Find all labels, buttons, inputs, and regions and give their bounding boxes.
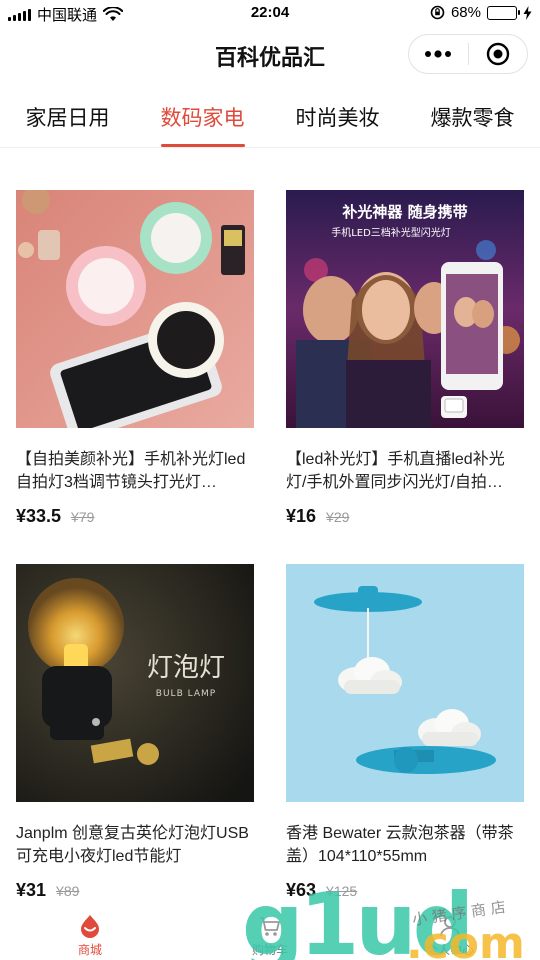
close-button[interactable]	[469, 35, 528, 73]
price-row: ¥33.5 ¥79	[16, 506, 254, 527]
more-dots-icon	[425, 50, 452, 58]
product-title[interactable]: 香港 Bewater 云款泡茶器（带茶盖）104*110*55mm	[286, 822, 524, 868]
product-price: ¥31	[16, 880, 47, 900]
mini-program-capsule	[408, 34, 528, 74]
original-price: ¥89	[56, 883, 80, 899]
product-title[interactable]: 【led补光灯】手机直播led补光灯/手机外置同步闪光灯/自拍…	[286, 448, 524, 494]
tabbar-item-shop[interactable]: 商城	[0, 910, 180, 960]
category-tabs: 家居日用 数码家电 时尚美妆 爆款零食	[0, 92, 540, 148]
product-card[interactable]: 香港 Bewater 云款泡茶器（带茶盖）104*110*55mm ¥63 ¥1…	[286, 564, 524, 901]
target-close-icon	[486, 42, 509, 66]
price-row: ¥16 ¥29	[286, 506, 524, 527]
tab-home-daily[interactable]: 家居日用	[0, 92, 135, 147]
product-card[interactable]: 补光神器 随身携带 手机LED三档补光型闪光灯 【led补光灯】手机直播led补…	[286, 190, 524, 527]
battery-percent: 68%	[450, 4, 481, 21]
original-price: ¥79	[71, 509, 95, 525]
tabbar-label: 商城	[77, 943, 102, 957]
product-price: ¥33.5	[16, 506, 62, 526]
product-card[interactable]: 灯泡灯 BULB LAMP Janplm 创意复古英伦灯泡灯USB可充电小夜灯l…	[16, 564, 254, 901]
status-right: 68%	[430, 4, 532, 21]
charging-bolt-icon	[523, 5, 532, 20]
battery-icon	[487, 5, 520, 20]
product-image-bulb-lamp[interactable]: 灯泡灯 BULB LAMP	[16, 564, 254, 802]
status-bar: 中国联通 22:04 68%	[0, 0, 540, 28]
product-image-cloud-tea-infuser[interactable]	[286, 564, 524, 802]
product-price: ¥16	[286, 506, 317, 526]
tab-fashion-beauty[interactable]: 时尚美妆	[270, 92, 405, 147]
product-title[interactable]: Janplm 创意复古英伦灯泡灯USB可充电小夜灯led节能灯	[16, 822, 254, 868]
tab-digital-appliances[interactable]: 数码家电	[135, 92, 270, 147]
price-row: ¥31 ¥89	[16, 880, 254, 901]
image-subcaption: 手机LED三档补光型闪光灯	[331, 226, 451, 239]
image-subcaption: BULB LAMP	[156, 689, 216, 699]
product-image-party-flash-light[interactable]: 补光神器 随身携带 手机LED三档补光型闪光灯	[286, 190, 524, 428]
image-caption: 灯泡灯	[147, 653, 225, 683]
original-price: ¥29	[326, 509, 350, 525]
more-button[interactable]	[409, 35, 468, 73]
product-card[interactable]: 【自拍美颜补光】手机补光灯led自拍灯3档调节镜头打光灯… ¥33.5 ¥79	[16, 190, 254, 527]
product-title[interactable]: 【自拍美颜补光】手机补光灯led自拍灯3档调节镜头打光灯…	[16, 448, 254, 494]
shop-drop-icon	[81, 915, 99, 938]
watermark-logo: g1ud .com 小 猪 序 商 店	[242, 875, 538, 960]
tab-snacks[interactable]: 爆款零食	[405, 92, 540, 147]
product-image-selfie-ring-light[interactable]	[16, 190, 254, 428]
orientation-lock-icon	[430, 5, 445, 20]
nav-bar: 百科优品汇	[0, 28, 540, 80]
image-caption: 补光神器 随身携带	[341, 203, 467, 221]
